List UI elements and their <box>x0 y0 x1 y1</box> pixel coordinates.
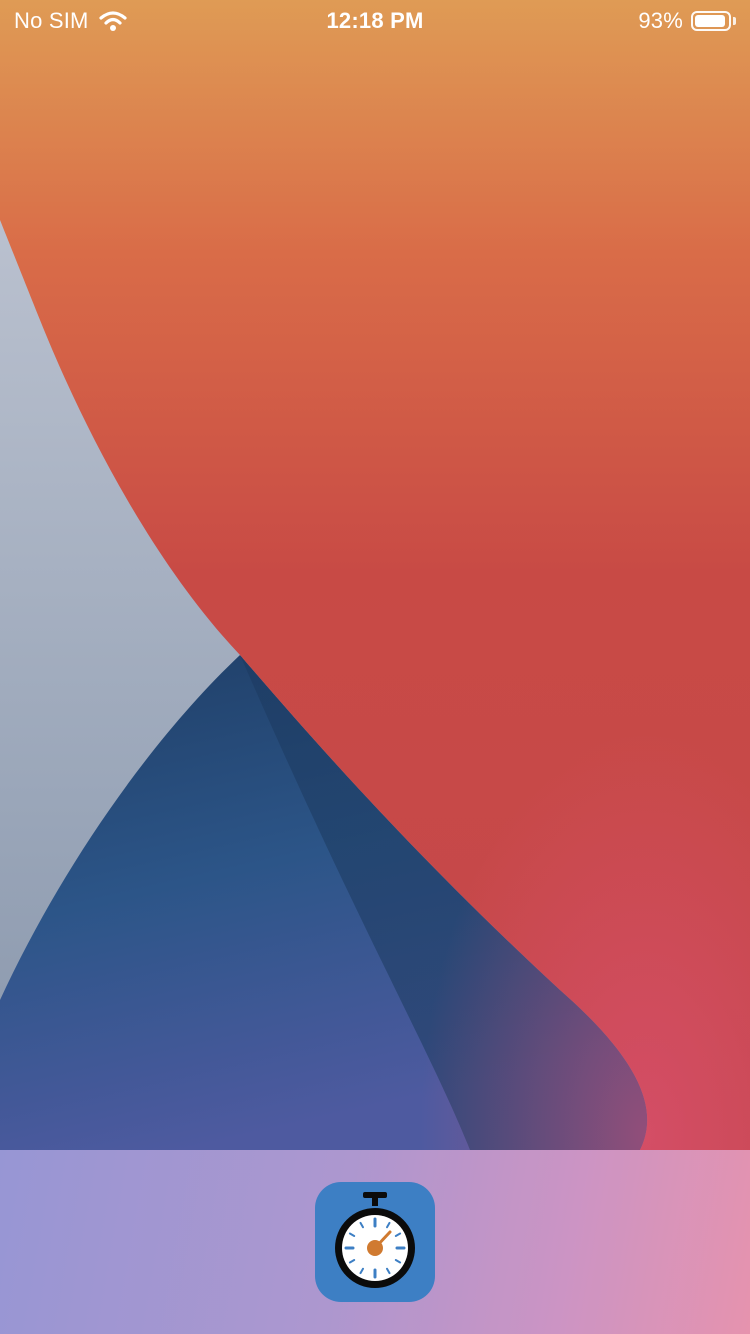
wallpaper <box>0 0 750 1334</box>
home-screen: No SIM 12:18 PM 93% <box>0 0 750 1334</box>
battery-tip <box>733 17 736 25</box>
status-bar: No SIM 12:18 PM 93% <box>0 0 750 40</box>
stopwatch-app-icon[interactable] <box>315 1182 435 1302</box>
dock <box>0 1150 750 1334</box>
battery-fill <box>695 15 725 27</box>
battery-group: 93% <box>638 8 736 34</box>
battery-percent: 93% <box>638 8 683 33</box>
battery-icon <box>691 11 731 31</box>
stopwatch-icon <box>335 1192 415 1288</box>
